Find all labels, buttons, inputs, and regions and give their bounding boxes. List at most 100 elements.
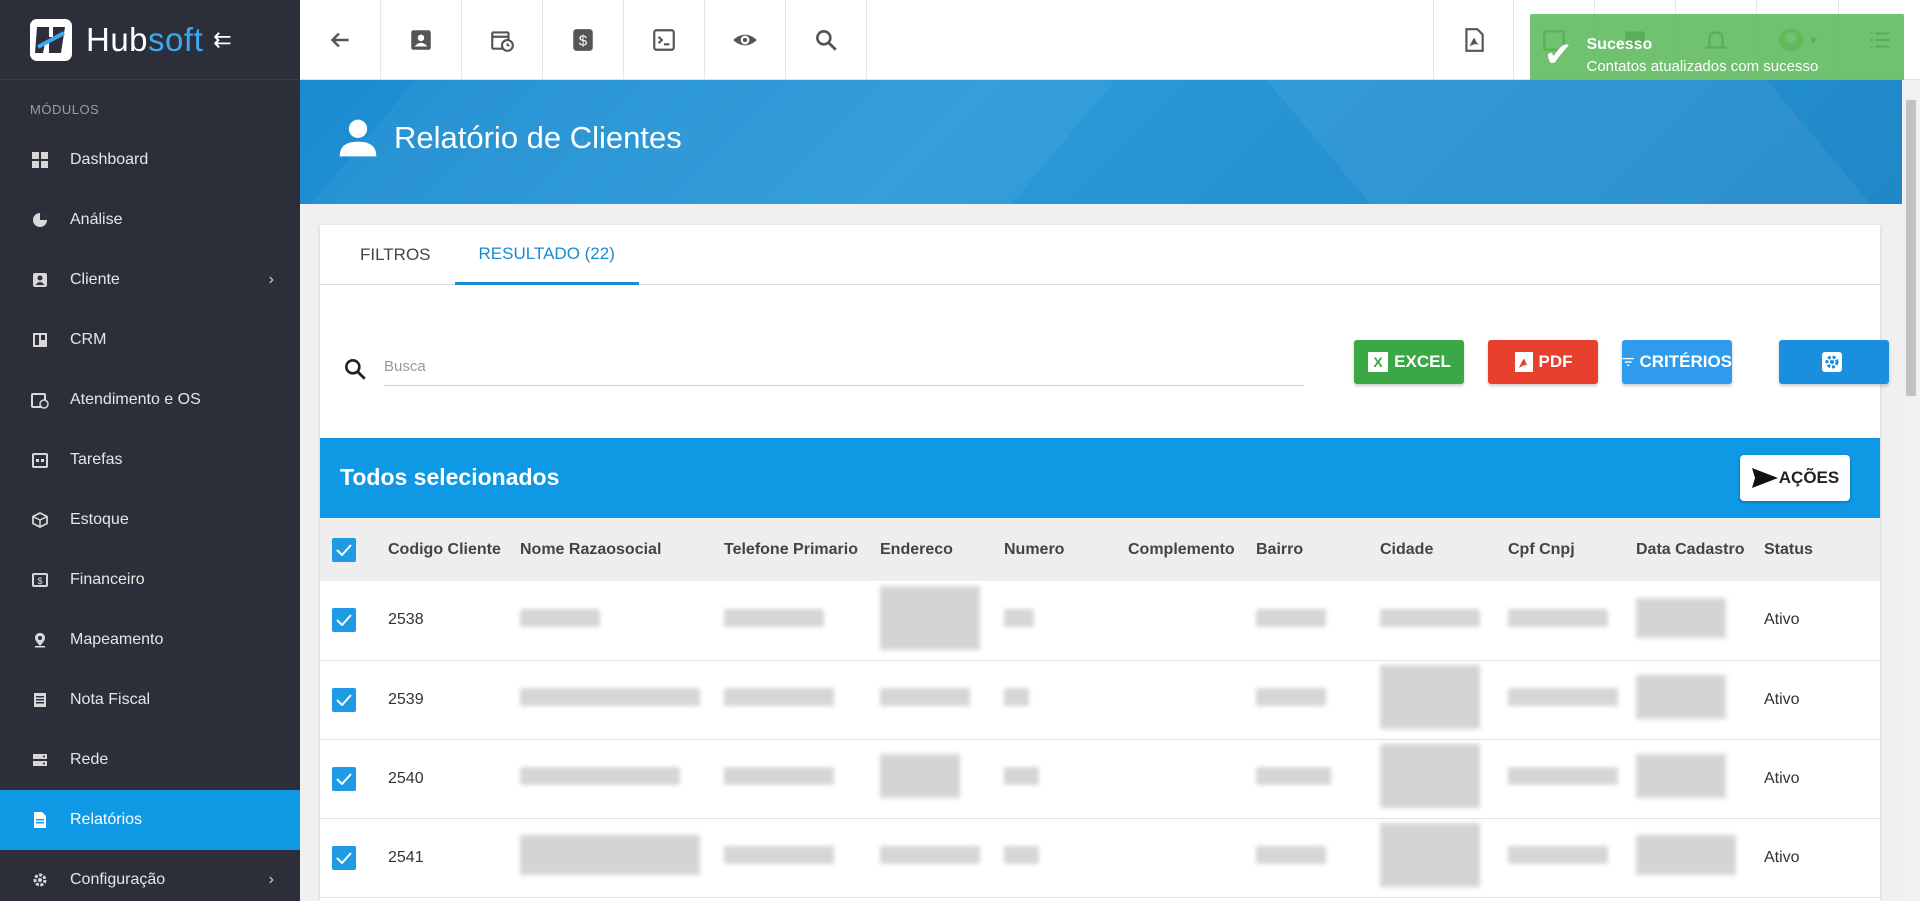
cell-codigo: 2538 [388,611,424,629]
table-row[interactable]: 2541 Ativo [320,818,1880,897]
hubsoft-logo-icon[interactable] [30,18,72,61]
sidebar-item-analise[interactable]: Análise [0,190,300,250]
toast-message: Contatos atualizados com sucesso [1586,57,1819,75]
col-header-nome[interactable]: Nome Razaosocial [520,518,724,581]
modules-section-label: MÓDULOS [30,102,100,117]
collapse-menu-icon[interactable]: ⇇ [213,27,231,53]
col-header-cpf-cnpj[interactable]: Cpf Cnpj [1508,518,1636,581]
chevron-right-icon: › [268,871,274,888]
col-header-telefone[interactable]: Telefone Primario [724,518,880,581]
cell-cpf-redacted [1508,660,1636,739]
sidebar-item-dashboard[interactable]: Dashboard [0,130,300,190]
row-checkbox[interactable] [332,845,356,870]
chevron-right-icon: › [268,271,274,288]
cell-telefone-redacted [724,581,880,660]
cell-status: Ativo [1764,611,1800,629]
view-shortcut-button[interactable] [705,0,786,80]
excel-icon: X [1368,352,1389,372]
selection-title: Todos selecionados [340,464,560,490]
excel-label: EXCEL [1394,352,1451,371]
sidebar-item-configuracao[interactable]: Configuração › [0,850,300,901]
col-header-endereco[interactable]: Endereco [880,518,1004,581]
terminal-shortcut-button[interactable] [624,0,705,80]
terminal-icon [653,29,675,51]
criterios-button[interactable]: CRITÉRIOS [1622,340,1732,384]
sidebar-item-label: Tarefas [70,451,123,468]
tab-resultado[interactable]: RESULTADO (22) [454,225,639,285]
sidebar-item-label: CRM [70,331,107,348]
cell-endereco-redacted [880,739,1004,818]
col-header-codigo[interactable]: Codigo Cliente [388,518,520,581]
calendar-clock-icon [491,31,514,52]
map-pin-icon [30,630,50,650]
criterios-label: CRITÉRIOS [1639,352,1732,371]
check-icon [336,543,352,556]
settings-gear-icon [1821,352,1842,372]
pdf-file-icon [1464,28,1484,52]
search-shortcut-button[interactable] [786,0,867,80]
document-icon [30,810,50,830]
schedule-shortcut-button[interactable] [462,0,543,80]
sidebar-item-label: Análise [70,211,123,228]
scrollbar-thumb[interactable] [1906,100,1916,396]
search-row: X EXCEL PDF CRITÉRIOS [342,340,1889,400]
financial-shortcut-button[interactable]: $ [543,0,624,80]
back-button[interactable] [300,0,381,80]
cell-nome-redacted [520,818,724,897]
settings-button[interactable] [1779,340,1889,384]
grid-icon [30,150,50,170]
col-header-status[interactable]: Status [1764,518,1880,581]
cell-bairro-redacted [1256,739,1380,818]
col-header-cidade[interactable]: Cidade [1380,518,1508,581]
svg-text:$: $ [37,576,42,586]
row-checkbox[interactable] [332,608,356,633]
toast-title: Sucesso [1586,35,1653,53]
cell-data-redacted [1636,818,1764,897]
selection-bar: Todos selecionados AÇÕES [320,438,1880,518]
clients-shortcut-button[interactable] [381,0,462,80]
table-row[interactable]: 2540 Ativo [320,739,1880,818]
table-row[interactable]: 2539 Ativo [320,660,1880,739]
sidebar-item-atendimento[interactable]: Atendimento e OS [0,370,300,430]
sidebar-item-nota-fiscal[interactable]: Nota Fiscal [0,670,300,730]
search-input[interactable] [384,348,1304,386]
col-header-complemento[interactable]: Complemento [1128,518,1256,581]
search-icon [816,30,837,51]
cell-endereco-redacted [880,818,1004,897]
brand: Hubsoft ⇇ [0,0,300,80]
pdf-button[interactable]: PDF [1488,340,1598,384]
arrow-left-icon [330,32,349,48]
acoes-button[interactable]: AÇÕES [1740,455,1850,501]
sidebar-item-cliente[interactable]: Cliente › [0,250,300,310]
col-header-data-cadastro[interactable]: Data Cadastro [1636,518,1764,581]
eye-icon [733,34,757,46]
sidebar-item-label: Configuração [70,871,166,888]
sidebar-item-rede[interactable]: Rede [0,730,300,790]
col-header-bairro[interactable]: Bairro [1256,518,1380,581]
sidebar-item-financeiro[interactable]: $ Financeiro [0,550,300,610]
sidebar-item-crm[interactable]: CRM [0,310,300,370]
sidebar-item-estoque[interactable]: Estoque [0,490,300,550]
cell-bairro-redacted [1256,581,1380,660]
check-icon [336,614,352,627]
pdf-shortcut-button[interactable] [1433,0,1514,80]
col-header-numero[interactable]: Numero [1004,518,1128,581]
sidebar-item-label: Nota Fiscal [70,691,151,708]
select-all-checkbox[interactable] [332,537,356,562]
sidebar-item-mapeamento[interactable]: Mapeamento [0,610,300,670]
cell-codigo: 2539 [388,690,424,708]
row-checkbox[interactable] [332,687,356,712]
tab-filtros[interactable]: FILTROS [336,225,455,285]
svg-text:X: X [1373,354,1383,370]
excel-button[interactable]: X EXCEL [1354,340,1464,384]
sidebar-item-relatorios[interactable]: Relatórios [0,790,300,850]
sidebar-item-tarefas[interactable]: Tarefas [0,430,300,490]
cell-telefone-redacted [724,818,880,897]
pie-chart-icon [30,210,50,230]
contact-card-icon [411,30,431,50]
page-scrollbar[interactable] [1902,80,1920,901]
table-row[interactable]: 2538 Ativo [320,581,1880,660]
cell-bairro-redacted [1256,818,1380,897]
row-checkbox[interactable] [332,766,356,791]
search-icon [345,359,366,380]
